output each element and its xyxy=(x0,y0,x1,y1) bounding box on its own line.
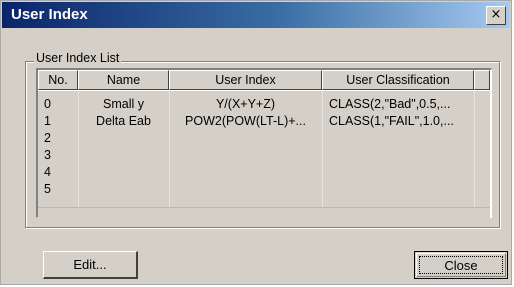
column-header-filler xyxy=(474,70,490,90)
table-empty-area xyxy=(38,207,490,218)
close-icon[interactable]: × xyxy=(486,6,506,25)
column-divider xyxy=(474,91,475,207)
table-cell-user-classification[interactable]: CLASS(1,"FAIL",1.0,... xyxy=(329,114,454,129)
group-label: User Index List xyxy=(34,51,122,65)
table-cell-no[interactable]: 4 xyxy=(44,165,51,180)
table-cell-no[interactable]: 3 xyxy=(44,148,51,163)
table-cell-no[interactable]: 5 xyxy=(44,182,51,197)
user-index-table[interactable]: No. Name User Index User Classification … xyxy=(36,68,492,218)
title-bar[interactable]: User Index × xyxy=(2,2,510,28)
table-cell-user-classification[interactable]: CLASS(2,"Bad",0.5,... xyxy=(329,97,450,112)
close-button-label: Close xyxy=(419,256,503,274)
edit-button[interactable]: Edit... xyxy=(43,251,138,279)
column-header-no[interactable]: No. xyxy=(38,70,78,90)
window-title: User Index xyxy=(11,6,88,23)
column-header-user-index[interactable]: User Index xyxy=(169,70,322,90)
table-cell-name[interactable]: Small y xyxy=(78,97,169,112)
table-cell-name[interactable]: Delta Eab xyxy=(78,114,169,129)
table-cell-no[interactable]: 2 xyxy=(44,131,51,146)
column-header-name[interactable]: Name xyxy=(78,70,169,90)
table-cell-no[interactable]: 0 xyxy=(44,97,51,112)
column-header-user-classification[interactable]: User Classification xyxy=(322,70,474,90)
table-cell-user-index[interactable]: Y/(X+Y+Z) xyxy=(169,97,322,112)
user-index-dialog: User Index × User Index List No. Name Us… xyxy=(0,0,512,285)
column-divider xyxy=(322,91,323,207)
close-button[interactable]: Close xyxy=(414,251,508,279)
table-cell-user-index[interactable]: POW2(POW(LT-L)+... xyxy=(169,114,322,129)
table-cell-no[interactable]: 1 xyxy=(44,114,51,129)
